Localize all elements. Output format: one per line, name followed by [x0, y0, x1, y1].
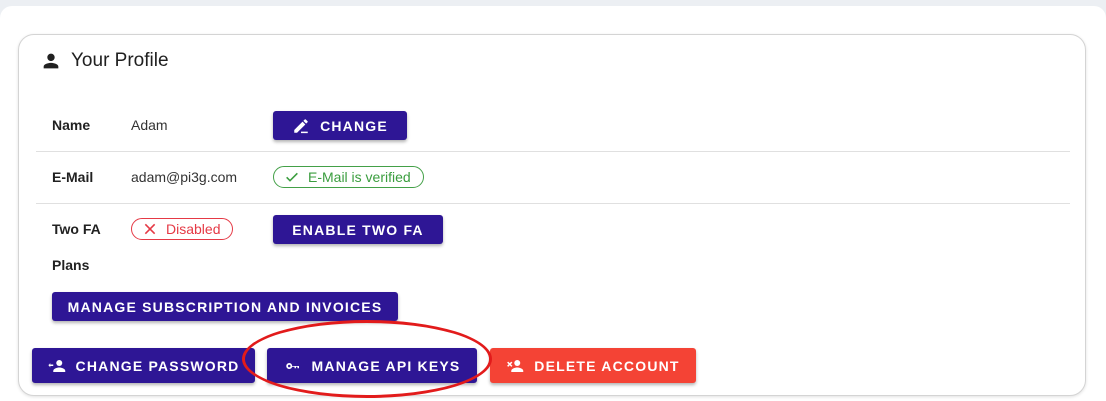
profile-header: Your Profile — [40, 48, 169, 74]
checkmark-icon — [286, 172, 298, 182]
divider — [36, 151, 1070, 152]
person-remove-icon — [507, 359, 524, 372]
person-key-icon — [48, 359, 65, 372]
name-value: Adam — [131, 117, 168, 133]
email-label: E-Mail — [52, 169, 94, 185]
enable-two-fa-label: ENABLE TWO FA — [292, 221, 424, 238]
manage-subscription-button[interactable]: MANAGE SUBSCRIPTION AND INVOICES — [52, 292, 398, 321]
divider — [36, 203, 1070, 204]
delete-account-button[interactable]: DELETE ACCOUNT — [490, 348, 696, 383]
email-status-text: E-Mail is verified — [308, 169, 411, 185]
email-value: adam@pi3g.com — [131, 169, 238, 185]
change-name-button[interactable]: CHANGE — [273, 111, 407, 140]
enable-two-fa-button[interactable]: ENABLE TWO FA — [273, 215, 443, 244]
delete-account-label: DELETE ACCOUNT — [534, 357, 680, 374]
name-label: Name — [52, 117, 91, 133]
two-fa-label: Two FA — [52, 221, 101, 237]
manage-api-keys-button[interactable]: MANAGE API KEYS — [267, 348, 477, 383]
plans-label: Plans — [52, 257, 90, 273]
profile-card — [18, 34, 1086, 396]
edit-icon — [294, 118, 308, 133]
page-title: Your Profile — [71, 50, 169, 71]
person-icon — [43, 53, 59, 69]
manage-subscription-label: MANAGE SUBSCRIPTION AND INVOICES — [67, 298, 383, 315]
change-name-label: CHANGE — [320, 117, 388, 134]
two-fa-status-badge: Disabled — [131, 218, 234, 240]
email-verified-badge: E-Mail is verified — [273, 166, 424, 188]
manage-api-keys-label: MANAGE API KEYS — [311, 357, 461, 374]
change-password-button[interactable]: CHANGE PASSWORD — [32, 348, 255, 383]
key-icon — [285, 362, 299, 369]
close-icon — [144, 223, 156, 235]
two-fa-status-text: Disabled — [166, 221, 221, 237]
change-password-label: CHANGE PASSWORD — [75, 357, 240, 374]
